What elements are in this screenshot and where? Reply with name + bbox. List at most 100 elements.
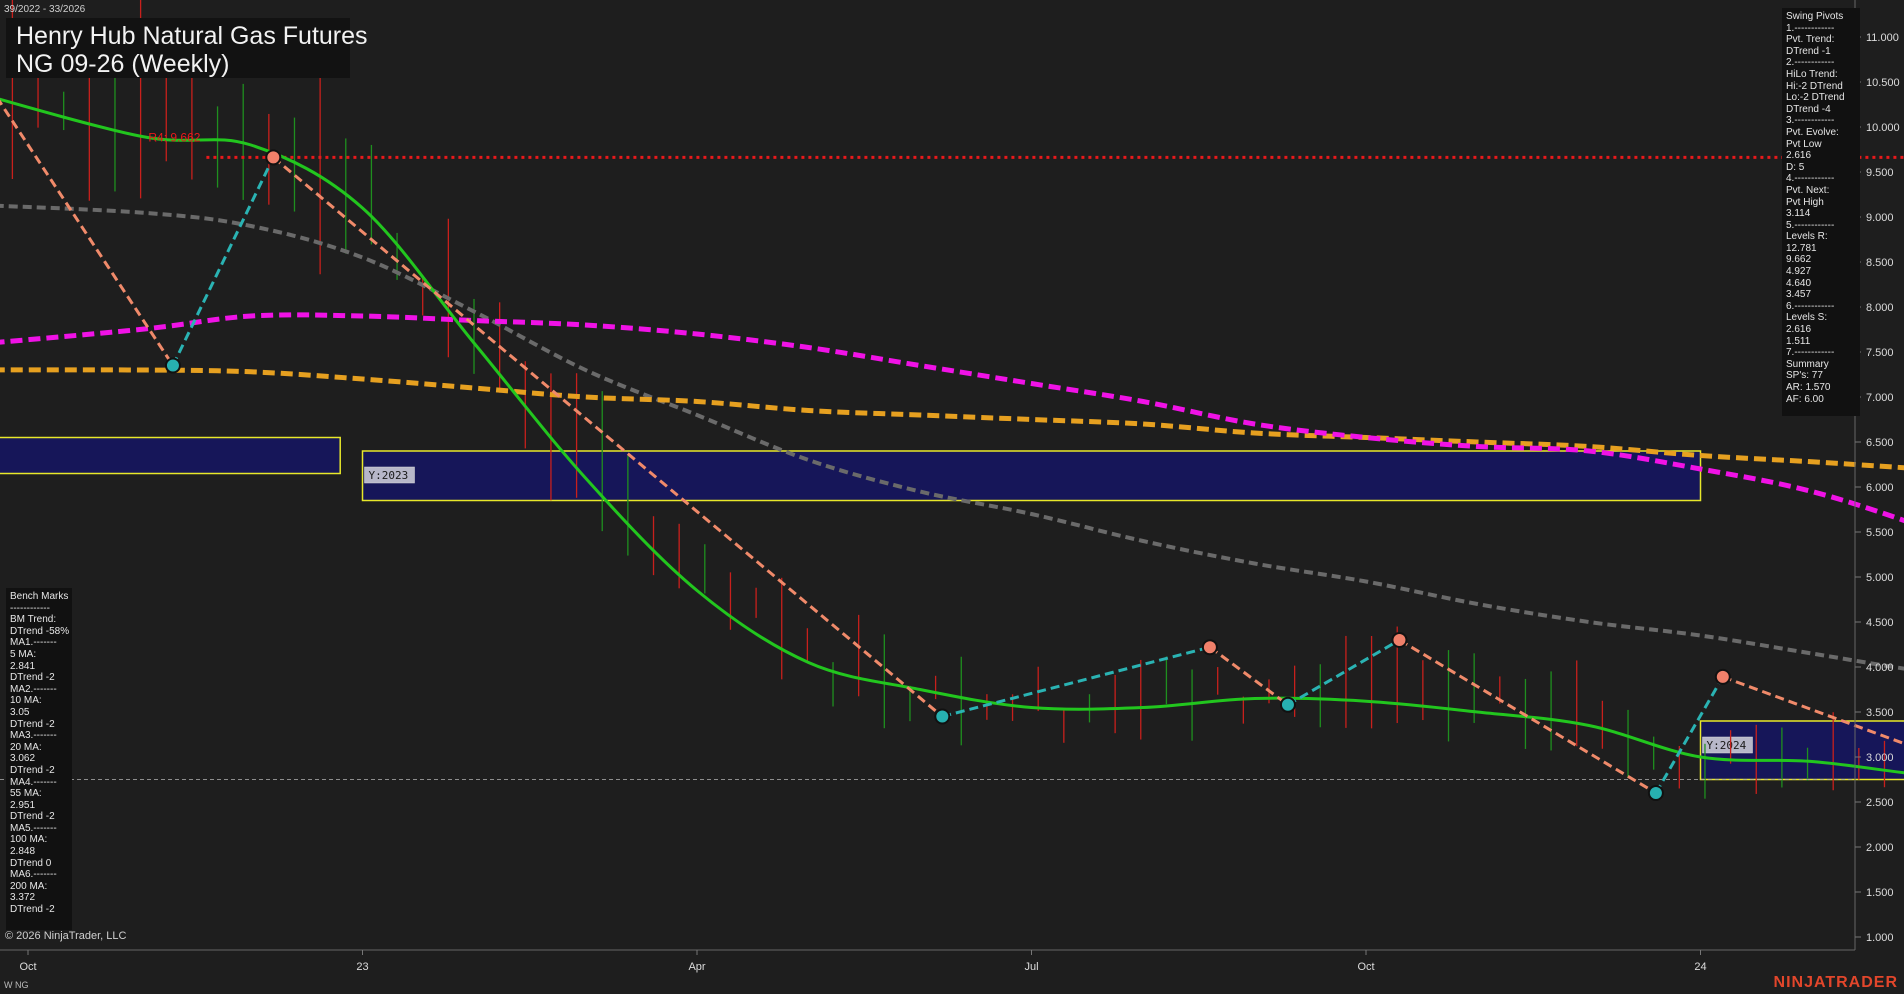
panel-line: DTrend -2 <box>10 764 55 776</box>
y-tick-label: 9.500 <box>1866 167 1894 179</box>
bench-marks-panel: Bench Marks ------------ BM Trend: DTrend -… <box>6 588 72 930</box>
panel-line: 2.951 <box>10 799 36 811</box>
panel-line: ------------ <box>10 602 50 614</box>
panel-line: 6.------------ <box>1786 300 1835 312</box>
chart-subtitle: NG 09-26 (Weekly) <box>16 50 230 78</box>
y-tick-label: 4.500 <box>1866 617 1894 629</box>
copyright: © 2026 NinjaTrader, LLC <box>5 930 127 942</box>
panel-line: Swing Pivots <box>1786 11 1844 22</box>
panel-line: MA3.------- <box>10 730 57 742</box>
panel-line: AR: 1.570 <box>1786 382 1831 393</box>
panel-line: Bench Marks <box>10 591 69 602</box>
panel-line: Hi:-2 DTrend <box>1786 80 1843 92</box>
pivot-low-marker <box>1647 785 1664 801</box>
panel-line: 12.781 <box>1786 242 1817 254</box>
panel-line: 3.457 <box>1786 289 1812 301</box>
y-tick-label: 1.000 <box>1866 932 1894 944</box>
panel-line: 7.------------ <box>1786 347 1835 359</box>
panel-line: 2.841 <box>10 660 36 672</box>
x-tick-label: Jul <box>1024 961 1038 973</box>
panel-line: AF: 6.00 <box>1786 393 1824 405</box>
panel-line: 3.062 <box>10 753 36 765</box>
panel-line: DTrend -58% <box>10 625 70 637</box>
panel-line: 4.------------ <box>1786 173 1835 185</box>
panel-line: DTrend -4 <box>1786 103 1831 115</box>
panel-line: 10 MA: <box>10 695 42 707</box>
y-tick-label: 7.000 <box>1866 392 1894 404</box>
panel-line: Pvt High <box>1786 196 1824 208</box>
y-tick-label: 2.500 <box>1866 797 1894 809</box>
swing-pivots-panel: Swing Pivots 1.------------ Pvt. Trend: DTr… <box>1782 8 1860 416</box>
panel-line: HiLo Trend: <box>1786 68 1838 80</box>
panel-line: DTrend -2 <box>10 718 55 730</box>
panel-line: 20 MA: <box>10 741 42 753</box>
panel-line: Pvt. Evolve: <box>1786 126 1839 138</box>
panel-line: MA2.------- <box>10 683 57 695</box>
y-tick-label: 9.000 <box>1866 212 1894 224</box>
y-tick-label: 6.500 <box>1866 437 1894 449</box>
chart-title: Henry Hub Natural Gas Futures <box>16 22 368 50</box>
panel-line: DTrend -1 <box>1786 45 1831 57</box>
panel-line: MA1.------- <box>10 637 57 649</box>
panel-line: Summary <box>1786 358 1829 370</box>
y-tick-label: 8.500 <box>1866 257 1894 269</box>
year-box-label: Y:2024 <box>1707 739 1747 752</box>
year-box <box>361 450 1702 502</box>
panel-line: 2.848 <box>10 846 36 858</box>
panel-line: 5 MA: <box>10 648 37 660</box>
date-range: 39/2022 - 33/2026 <box>4 4 86 15</box>
y-tick-label: 6.000 <box>1866 482 1894 494</box>
y-tick-label: 2.000 <box>1866 842 1894 854</box>
pivot-low-marker <box>164 357 181 374</box>
panel-line: 3.114 <box>1786 208 1811 220</box>
panel-line: 3.372 <box>10 892 36 904</box>
pivot-high-marker <box>1391 632 1408 648</box>
panel-line: Levels R: <box>1786 231 1828 243</box>
panel-line: 100 MA: <box>10 834 48 846</box>
panel-line: Lo:-2 DTrend <box>1786 92 1845 104</box>
panel-line: SP's: 77 <box>1786 370 1823 382</box>
pivot-low-marker <box>934 708 951 725</box>
panel-line: 55 MA: <box>10 788 42 800</box>
panel-line: Pvt. Trend: <box>1786 34 1835 46</box>
level-label-r4: R4: 9.662 <box>148 130 200 144</box>
y-tick-label: 5.500 <box>1866 527 1894 539</box>
x-tick-label: Apr <box>688 961 705 973</box>
panel-line: Pvt. Next: <box>1786 184 1830 196</box>
pivot-low-marker <box>1279 696 1296 713</box>
panel-line: 200 MA: <box>10 880 48 892</box>
y-tick-label: 8.000 <box>1866 302 1894 314</box>
title-box: Henry Hub Natural Gas Futures NG 09-26 (… <box>6 18 368 78</box>
y-tick-label: 3.000 <box>1866 752 1894 764</box>
year-box <box>0 436 341 475</box>
y-tick-label: 10.500 <box>1866 77 1900 89</box>
panel-line: 2.616 <box>1786 324 1812 336</box>
panel-line: 2.616 <box>1786 150 1812 162</box>
panel-line: DTrend -2 <box>10 904 55 916</box>
panel-line: 3.------------ <box>1786 115 1835 127</box>
price-chart[interactable]: Y:2023Y:2024Y:2025Y:2026 R4: 9.662R3: 4.… <box>0 0 1904 994</box>
panel-line: 4.640 <box>1786 277 1812 289</box>
panel-line: DTrend -2 <box>10 811 55 823</box>
panel-line: DTrend -2 <box>10 672 55 684</box>
y-tick-label: 5.000 <box>1866 572 1894 584</box>
y-tick-label: 7.500 <box>1866 347 1894 359</box>
y-tick-label: 4.000 <box>1866 662 1894 674</box>
panel-line: Pvt Low <box>1786 138 1822 150</box>
panel-line: MA5.------- <box>10 822 57 834</box>
x-tick-label: 24 <box>1694 961 1706 973</box>
y-tick-label: 11.000 <box>1866 32 1899 44</box>
panel-line: D: 5 <box>1786 161 1805 173</box>
panel-line: 5.------------ <box>1786 219 1835 231</box>
panel-line: 1.511 <box>1786 335 1811 347</box>
y-tick-label: 1.500 <box>1866 887 1894 899</box>
x-tick-label: 23 <box>356 961 368 973</box>
x-tick-label: Oct <box>1357 961 1374 973</box>
x-tick-label: Oct <box>19 961 36 973</box>
panel-line: MA6.------- <box>10 869 57 881</box>
panel-line: Levels S: <box>1786 312 1828 324</box>
pivot-high-marker <box>1714 668 1731 685</box>
panel-line: 1.------------ <box>1786 22 1835 34</box>
y-tick-label: 3.500 <box>1866 707 1894 719</box>
ninjatrader-logo: NINJATRADER <box>1773 974 1898 991</box>
